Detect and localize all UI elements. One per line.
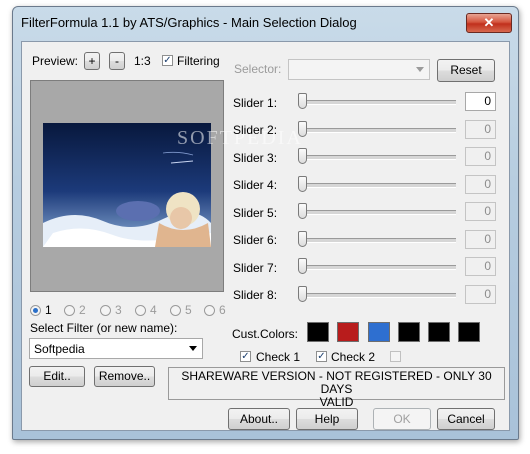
radio-option-2[interactable] <box>64 305 75 316</box>
about-button[interactable]: About.. <box>228 408 290 430</box>
filtering-label: Filtering <box>177 54 220 68</box>
slider-7-thumb[interactable] <box>298 258 307 274</box>
slider-8-value-field[interactable]: 0 <box>465 285 496 304</box>
slider-4-thumb[interactable] <box>298 176 307 192</box>
slider-8-thumb[interactable] <box>298 286 307 302</box>
filtering-checkbox[interactable]: ✓ <box>162 55 173 66</box>
color-swatch-4[interactable] <box>398 322 420 342</box>
radio-option-3[interactable] <box>100 305 111 316</box>
preview-label: Preview: <box>32 54 79 68</box>
window-title: FilterFormula 1.1 by ATS/Graphics - Main… <box>21 15 357 30</box>
slider-label: Slider 1: <box>233 96 278 110</box>
slider-track <box>298 238 456 243</box>
zoom-out-button[interactable]: - <box>109 52 125 70</box>
slider-3-thumb[interactable] <box>298 148 307 164</box>
selector-dropdown[interactable] <box>288 59 430 80</box>
slider-label: Slider 4: <box>233 178 278 192</box>
check-2-label: Check 2 <box>331 350 376 364</box>
cust-colors-label: Cust.Colors: <box>232 327 299 341</box>
slider-2-value-field[interactable]: 0 <box>465 120 496 139</box>
remove-button[interactable]: Remove.. <box>94 366 155 387</box>
slider-5-value-field[interactable]: 0 <box>465 202 496 221</box>
check-1-label: Check 1 <box>256 350 301 364</box>
zoom-in-button[interactable]: + <box>84 52 100 70</box>
slider-label: Slider 2: <box>233 123 278 137</box>
radio-label: 5 <box>185 303 192 317</box>
color-swatch-1[interactable] <box>307 322 329 342</box>
shareware-notice: SHAREWARE VERSION - NOT REGISTERED - ONL… <box>168 367 505 409</box>
dialog-body: Preview: + - 1:3 ✓ Filtering SOFTPEDIA 1… <box>21 41 510 431</box>
chevron-down-icon <box>189 346 197 351</box>
filter-dropdown[interactable]: Softpedia <box>29 338 203 359</box>
slider-track <box>298 210 456 215</box>
color-swatch-3[interactable] <box>368 322 390 342</box>
selector-label: Selector: <box>234 62 282 76</box>
color-swatch-6[interactable] <box>458 322 480 342</box>
radio-label: 6 <box>219 303 226 317</box>
close-button[interactable]: ✕ <box>466 13 512 33</box>
slider-7-value-field[interactable]: 0 <box>465 257 496 276</box>
notice-line-1: SHAREWARE VERSION - NOT REGISTERED - ONL… <box>181 369 492 396</box>
cancel-button[interactable]: Cancel <box>437 408 495 430</box>
edit-button[interactable]: Edit.. <box>29 366 85 387</box>
slider-label: Slider 5: <box>233 206 278 220</box>
radio-label: 2 <box>79 303 86 317</box>
check-2-checkbox[interactable]: ✓ <box>316 351 327 362</box>
radio-option-5[interactable] <box>170 305 181 316</box>
slider-label: Slider 8: <box>233 288 278 302</box>
reset-button[interactable]: Reset <box>437 59 495 82</box>
radio-label: 3 <box>115 303 122 317</box>
slider-track <box>298 183 456 188</box>
slider-track <box>298 293 456 298</box>
slider-track <box>298 265 456 270</box>
radio-option-4[interactable] <box>135 305 146 316</box>
select-filter-label: Select Filter (or new name): <box>30 321 178 335</box>
check-3-checkbox[interactable] <box>390 351 401 362</box>
filter-value: Softpedia <box>34 342 85 356</box>
slider-1-value-field[interactable]: 0 <box>465 92 496 111</box>
slider-label: Slider 7: <box>233 261 278 275</box>
title-bar[interactable]: FilterFormula 1.1 by ATS/Graphics - Main… <box>13 7 518 37</box>
radio-option-1[interactable] <box>30 305 41 316</box>
slider-4-value-field[interactable]: 0 <box>465 175 496 194</box>
slider-5-thumb[interactable] <box>298 203 307 219</box>
help-button[interactable]: Help <box>296 408 358 430</box>
radio-option-6[interactable] <box>204 305 215 316</box>
slider-track <box>298 128 456 133</box>
slider-track <box>298 155 456 160</box>
slider-label: Slider 3: <box>233 151 278 165</box>
color-swatch-5[interactable] <box>428 322 450 342</box>
slider-1-thumb[interactable] <box>298 93 307 109</box>
slider-label: Slider 6: <box>233 233 278 247</box>
slider-2-thumb[interactable] <box>298 121 307 137</box>
dialog-window: FilterFormula 1.1 by ATS/Graphics - Main… <box>12 6 519 440</box>
slider-track <box>298 100 456 105</box>
zoom-ratio: 1:3 <box>134 54 151 68</box>
check-1-checkbox[interactable]: ✓ <box>240 351 251 362</box>
radio-label: 1 <box>45 303 52 317</box>
slider-6-thumb[interactable] <box>298 231 307 247</box>
chevron-down-icon <box>416 67 424 72</box>
slider-6-value-field[interactable]: 0 <box>465 230 496 249</box>
slider-3-value-field[interactable]: 0 <box>465 147 496 166</box>
preview-area[interactable]: SOFTPEDIA <box>30 80 301 292</box>
ok-button[interactable]: OK <box>373 408 431 430</box>
color-swatch-2[interactable] <box>337 322 359 342</box>
radio-label: 4 <box>150 303 157 317</box>
close-icon: ✕ <box>483 15 495 30</box>
